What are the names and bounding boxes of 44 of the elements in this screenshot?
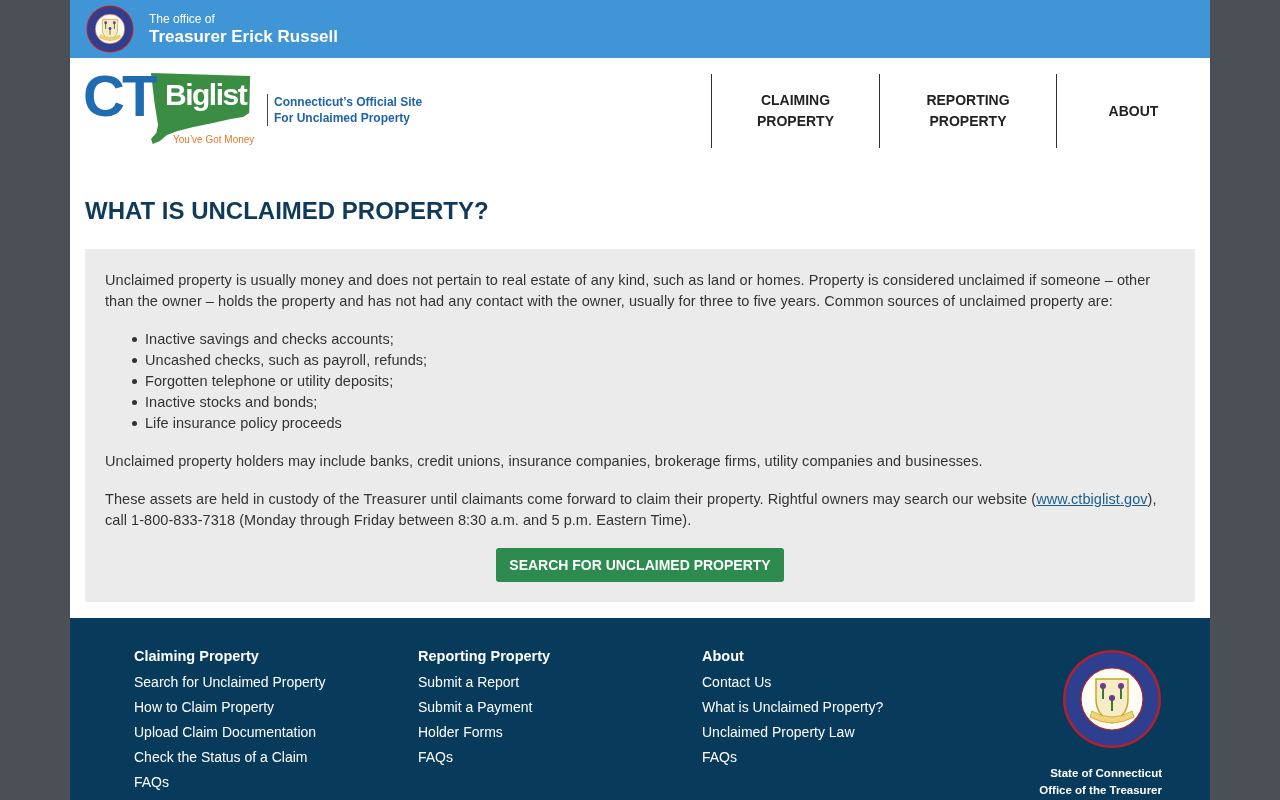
bullet-icon (132, 400, 137, 405)
website-link[interactable]: www.ctbiglist.gov (1036, 491, 1148, 507)
bullet-icon (132, 337, 137, 342)
footer-link[interactable]: Holder Forms (418, 720, 503, 745)
footer-link[interactable]: Submit a Report (418, 670, 520, 695)
intro-paragraph: Unclaimed property is usually money and does not pertain to real estate of any kind, such as land or homes. Property is considered unclaimed if someone – other than the owner – holds the property and has not had any contact with the owner, usually for three to five years. Common sources of unclaimed property are: (105, 271, 1152, 311)
bullet-icon (132, 379, 137, 384)
footer-link[interactable]: How to Claim Property (134, 695, 275, 720)
treasurer-name: Treasurer Erick Russell (149, 25, 338, 47)
footer-link[interactable]: Submit a Payment (418, 695, 533, 720)
seal-icon (1062, 649, 1162, 749)
bullet-icon (132, 421, 137, 426)
footer-heading: About (702, 647, 744, 666)
footer-link[interactable]: Search for Unclaimed Property (134, 670, 326, 695)
footer-link[interactable]: Upload Claim Documentation (134, 720, 317, 745)
footer-heading: Claiming Property (134, 647, 259, 666)
contact-paragraph: These assets are held in custody of the Treasurer until claimants come forward to claim their property. Rightful owners may search our website (www.ctbiglist.gov), call 1-800-833-7318 (Monday through Friday between 8:30 a.m. and 5 p.m. Eastern Time). (105, 490, 1158, 530)
seal-icon (86, 5, 134, 53)
search-button[interactable]: SEARCH FOR UNCLAIMED PROPERTY (496, 548, 784, 582)
footer-link[interactable]: FAQs (418, 745, 453, 770)
office-label: The office of (149, 11, 216, 26)
bullet-icon (132, 358, 137, 363)
logo-letters: CT (83, 63, 155, 129)
logo-slogan: You’ve Got Money (173, 134, 255, 146)
nav-link[interactable]: ABOUT (1108, 100, 1159, 122)
nav-link[interactable]: REPORTING PROPERTY (918, 90, 1018, 132)
footer-link[interactable]: FAQs (134, 770, 169, 795)
list-item-text: Uncashed checks, such as payroll, refunds; (145, 351, 428, 370)
list-item-text: Inactive stocks and bonds; (145, 393, 318, 412)
footer-heading: Reporting Property (418, 647, 551, 666)
office-caption: State of Connecticut Office of the Treasurer (1039, 766, 1162, 798)
nav-link[interactable]: CLAIMING PROPERTY (745, 90, 846, 132)
footer-link[interactable]: Check the Status of a Claim (134, 745, 308, 770)
footer-link[interactable]: Contact Us (702, 670, 772, 695)
site-tagline: Connecticut’s Official Site For Unclaimed Property (267, 94, 423, 126)
list-item-text: Forgotten telephone or utility deposits; (145, 372, 394, 391)
footer-link[interactable]: FAQs (702, 745, 737, 770)
footer-link[interactable]: What is Unclaimed Property? (702, 695, 884, 720)
holders-paragraph: Unclaimed property holders may include banks, credit unions, insurance companies, brokerage firms, utility companies and businesses. (105, 452, 984, 471)
list-item-text: Life insurance policy proceeds (145, 414, 342, 433)
list-item-text: Inactive savings and checks accounts; (145, 330, 394, 349)
footer-link[interactable]: Unclaimed Property Law (702, 720, 855, 745)
page-heading: WHAT IS UNCLAIMED PROPERTY? (85, 197, 490, 225)
logo-wordmark: Biglist (165, 78, 247, 112)
